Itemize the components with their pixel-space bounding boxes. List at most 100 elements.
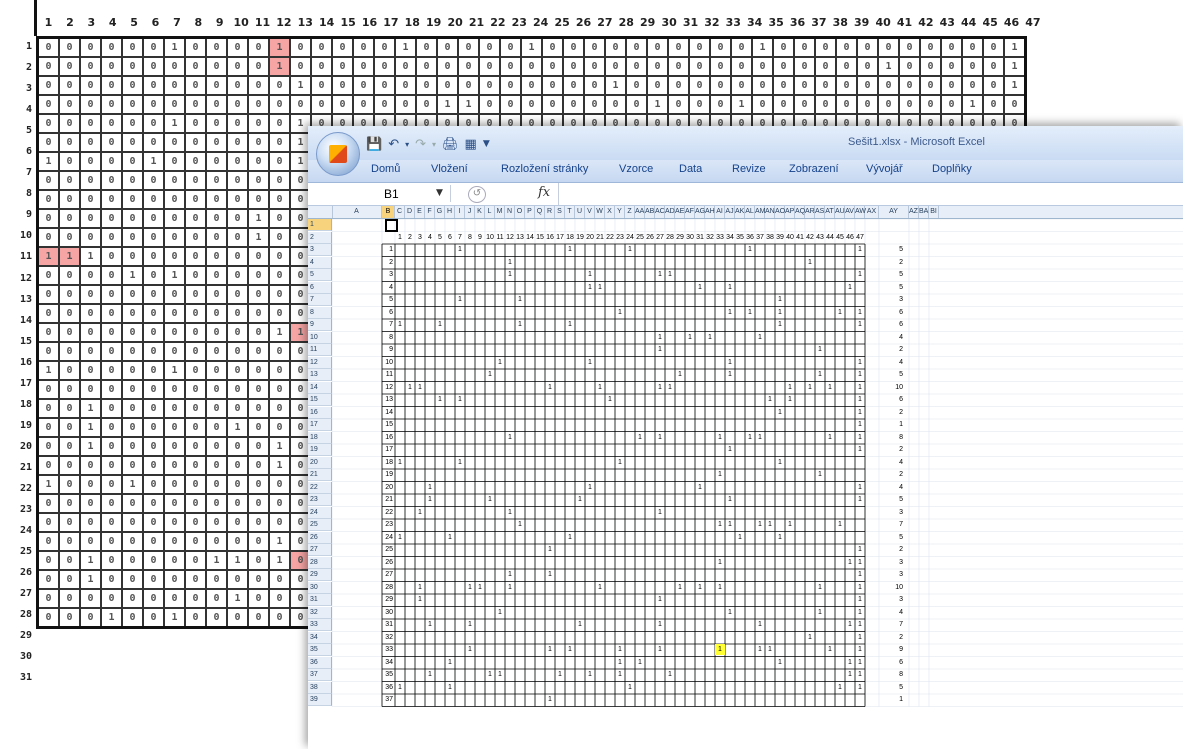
- value-cell[interactable]: 1: [855, 494, 865, 505]
- value-cell[interactable]: 1: [435, 319, 445, 330]
- header-number-cell[interactable]: 27: [655, 232, 665, 244]
- value-cell[interactable]: 1: [775, 407, 785, 418]
- header-number-cell[interactable]: 15: [535, 232, 545, 244]
- value-cell[interactable]: 1: [575, 494, 585, 505]
- header-number-cell[interactable]: 45: [835, 232, 845, 244]
- row-sum-cell[interactable]: 2: [879, 544, 903, 556]
- header-number-cell[interactable]: 11: [495, 232, 505, 244]
- value-cell[interactable]: 1: [855, 594, 865, 605]
- row-sum-cell[interactable]: 4: [879, 332, 903, 344]
- row-header[interactable]: 18: [308, 431, 332, 444]
- row-label-cell[interactable]: 31: [352, 619, 393, 631]
- column-header-o[interactable]: O: [515, 206, 525, 218]
- value-cell[interactable]: 1: [855, 482, 865, 493]
- value-cell[interactable]: 1: [835, 682, 845, 693]
- header-number-cell[interactable]: 16: [545, 232, 555, 244]
- column-header-ay[interactable]: AY: [879, 206, 909, 218]
- value-cell[interactable]: 1: [485, 494, 495, 505]
- value-cell[interactable]: 1: [545, 644, 555, 655]
- column-header-j[interactable]: J: [465, 206, 475, 218]
- header-number-cell[interactable]: 30: [685, 232, 695, 244]
- value-cell[interactable]: 1: [565, 319, 575, 330]
- row-header[interactable]: 29: [308, 569, 332, 581]
- value-cell[interactable]: 1: [855, 644, 865, 655]
- value-cell[interactable]: 1: [695, 582, 705, 593]
- value-cell[interactable]: 1: [855, 382, 865, 393]
- value-cell[interactable]: 1: [835, 307, 845, 318]
- header-number-cell[interactable]: 17: [555, 232, 565, 244]
- row-label-cell[interactable]: 6: [352, 307, 393, 319]
- row-header[interactable]: 22: [308, 481, 332, 494]
- value-cell[interactable]: 1: [815, 607, 825, 618]
- value-cell[interactable]: 1: [805, 632, 815, 643]
- value-cell[interactable]: 1: [725, 282, 735, 293]
- value-cell[interactable]: 1: [675, 582, 685, 593]
- undo-icon[interactable]: ↶: [388, 137, 399, 152]
- value-cell[interactable]: 1: [545, 544, 555, 555]
- row-header[interactable]: 27: [308, 544, 332, 556]
- value-cell[interactable]: 1: [855, 307, 865, 318]
- row-label-cell[interactable]: 22: [352, 507, 393, 519]
- value-cell[interactable]: 1: [545, 382, 555, 393]
- value-cell[interactable]: 1: [775, 657, 785, 668]
- value-cell[interactable]: 1: [395, 319, 405, 330]
- value-cell[interactable]: 1: [545, 694, 555, 705]
- row-header[interactable]: 10: [308, 331, 332, 344]
- tab-data[interactable]: Data: [679, 163, 702, 175]
- value-cell[interactable]: 1: [575, 619, 585, 630]
- value-cell[interactable]: 1: [655, 619, 665, 630]
- value-cell[interactable]: 1: [775, 319, 785, 330]
- row-header[interactable]: 31: [308, 594, 332, 606]
- row-sum-cell[interactable]: 5: [879, 269, 903, 281]
- active-cell-b1[interactable]: [385, 219, 398, 232]
- value-cell[interactable]: 1: [855, 407, 865, 418]
- row-label-cell[interactable]: 4: [352, 282, 393, 294]
- column-header-aq[interactable]: AQ: [795, 206, 805, 218]
- row-header[interactable]: 4: [308, 256, 332, 269]
- value-cell[interactable]: 1: [775, 307, 785, 318]
- row-header[interactable]: 17: [308, 419, 332, 431]
- column-header-at[interactable]: AT: [825, 206, 835, 218]
- row-sum-cell[interactable]: 4: [879, 607, 903, 619]
- value-cell[interactable]: 1: [565, 532, 575, 543]
- value-cell[interactable]: 1: [845, 669, 855, 680]
- value-cell[interactable]: 1: [775, 457, 785, 468]
- office-button[interactable]: [316, 132, 360, 176]
- row-header[interactable]: 37: [308, 669, 332, 681]
- value-cell[interactable]: 1: [615, 307, 625, 318]
- header-number-cell[interactable]: 7: [455, 232, 465, 244]
- value-cell[interactable]: 1: [765, 394, 775, 405]
- header-number-cell[interactable]: 38: [765, 232, 775, 244]
- column-header-z[interactable]: Z: [625, 206, 635, 218]
- value-cell[interactable]: 1: [655, 269, 665, 280]
- value-cell[interactable]: 1: [785, 519, 795, 530]
- row-sum-cell[interactable]: 9: [879, 644, 903, 656]
- tab-rozlozeni[interactable]: Rozložení stránky: [501, 163, 588, 175]
- row-header[interactable]: 1: [308, 219, 332, 231]
- header-number-cell[interactable]: 6: [445, 232, 455, 244]
- header-number-cell[interactable]: 20: [585, 232, 595, 244]
- value-cell[interactable]: 1: [855, 569, 865, 580]
- row-header[interactable]: 7: [308, 294, 332, 306]
- row-label-cell[interactable]: 13: [352, 394, 393, 406]
- value-cell[interactable]: 1: [425, 494, 435, 505]
- chevron-down-icon[interactable]: ▼: [436, 188, 443, 198]
- insert-function-icon[interactable]: fx: [538, 185, 550, 200]
- row-header[interactable]: 23: [308, 494, 332, 506]
- header-number-cell[interactable]: 40: [785, 232, 795, 244]
- value-cell[interactable]: 1: [485, 669, 495, 680]
- value-cell[interactable]: 1: [855, 369, 865, 380]
- row-sum-cell[interactable]: 6: [879, 307, 903, 319]
- value-cell[interactable]: 1: [855, 632, 865, 643]
- row-label-cell[interactable]: 14: [352, 407, 393, 419]
- column-header-d[interactable]: D: [405, 206, 415, 218]
- column-header-al[interactable]: AL: [745, 206, 755, 218]
- header-number-cell[interactable]: 10: [485, 232, 495, 244]
- value-cell[interactable]: 1: [855, 269, 865, 280]
- row-header[interactable]: 26: [308, 531, 332, 544]
- column-header-af[interactable]: AF: [685, 206, 695, 218]
- value-cell[interactable]: 1: [695, 482, 705, 493]
- value-cell[interactable]: 1: [715, 557, 725, 568]
- tab-vlozeni[interactable]: Vložení: [431, 163, 468, 175]
- row-sum-cell[interactable]: 8: [879, 669, 903, 681]
